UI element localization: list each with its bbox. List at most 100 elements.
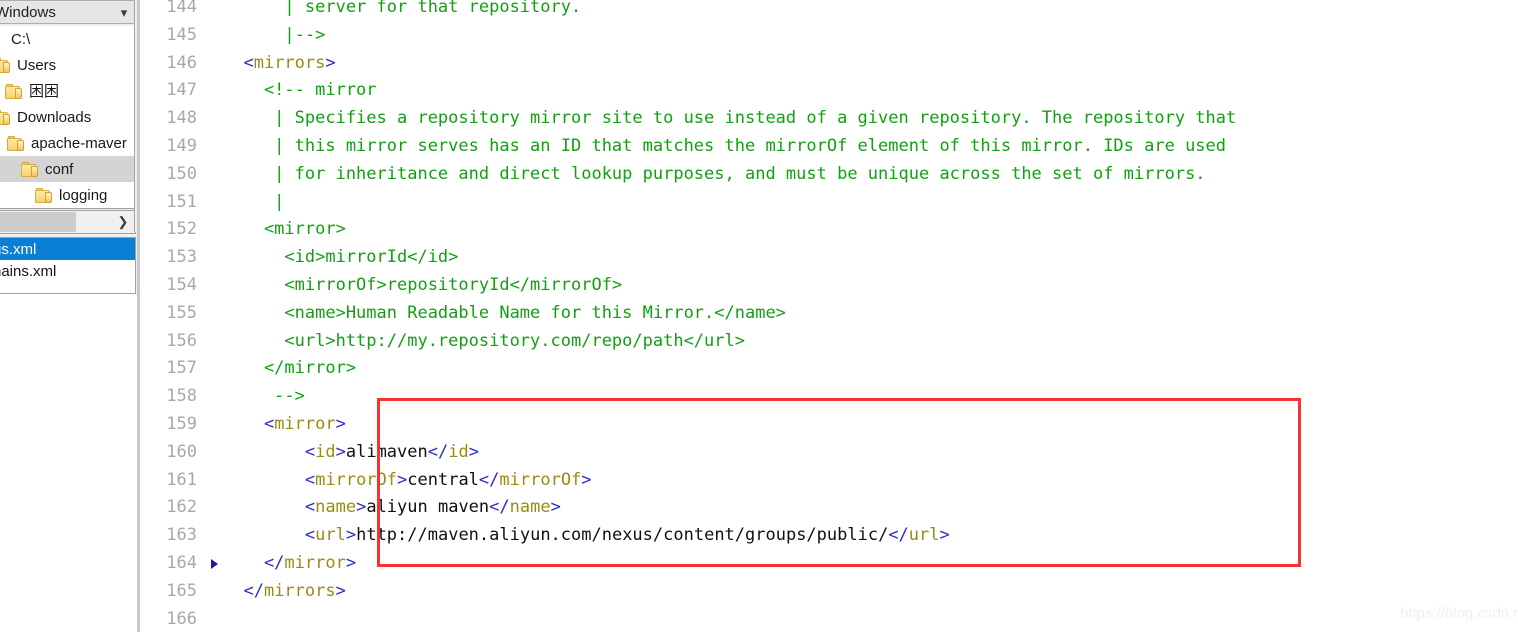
file-list[interactable]: gs.xml hains.xml xyxy=(0,237,136,294)
folder-icon xyxy=(5,83,24,99)
line-number: 162 xyxy=(166,497,197,518)
folder-icon xyxy=(0,109,12,125)
code-line-text: | xyxy=(223,189,1518,217)
token-bracket: > xyxy=(335,413,346,434)
token-bracket: > xyxy=(356,497,367,518)
code-line-text: <id>mirrorId</id> xyxy=(223,244,1518,272)
token-bracket: > xyxy=(325,52,336,73)
line-number: 157 xyxy=(166,358,197,379)
token-bracket: </ xyxy=(489,497,510,518)
code-line[interactable]: 145 |--> xyxy=(137,22,1518,50)
folder-icon xyxy=(35,187,54,203)
code-line[interactable]: 150 | for inheritance and direct lookup … xyxy=(137,161,1518,189)
tree-item-logging[interactable]: logging xyxy=(0,182,135,208)
code-line[interactable]: 151 | xyxy=(137,189,1518,217)
token-comment: <id>mirrorId</id> xyxy=(223,247,459,268)
chevron-right-icon[interactable]: ❯ xyxy=(111,211,135,233)
file-list-item[interactable]: gs.xml xyxy=(0,238,135,260)
code-line-list[interactable]: 144 | server for that repository. 145 |--… xyxy=(137,0,1518,632)
code-line[interactable]: 159 <mirror> xyxy=(137,411,1518,439)
token-comment: | Specifies a repository mirror site to … xyxy=(223,108,1237,129)
tree-item-label: apache-maver xyxy=(31,134,127,152)
tree-item-users[interactable]: Users xyxy=(0,52,135,78)
code-line[interactable]: 152 <mirror> xyxy=(137,216,1518,244)
token-bracket: </ xyxy=(427,441,449,462)
token-tag: url xyxy=(315,525,346,546)
code-line[interactable]: 155 <name>Human Readable Name for this M… xyxy=(137,300,1518,328)
token-bracket: < xyxy=(223,525,316,546)
line-number: 161 xyxy=(166,469,197,490)
code-line[interactable]: 166 xyxy=(137,606,1518,632)
tree-item--[interactable]: 困困 xyxy=(0,78,135,104)
file-list-item[interactable]: hains.xml xyxy=(0,260,135,282)
code-line[interactable]: 157 </mirror> xyxy=(137,355,1518,383)
token-bracket: > xyxy=(335,441,346,462)
tree-item-conf[interactable]: conf xyxy=(0,156,135,182)
scrollbar-track[interactable] xyxy=(76,211,111,233)
line-number: 149 xyxy=(166,135,197,156)
token-bracket: < xyxy=(223,52,254,73)
folder-tree-horizontal-scrollbar[interactable]: ❯ xyxy=(0,210,136,234)
code-line[interactable]: 158 --> xyxy=(137,383,1518,411)
drive-select[interactable]: Windows ▾ xyxy=(0,0,136,24)
tree-item-apache-maver[interactable]: apache-maver xyxy=(0,130,135,156)
line-number: 148 xyxy=(166,108,197,129)
code-line[interactable]: 144 | server for that repository. xyxy=(137,0,1518,22)
code-line[interactable]: 160 <id>alimaven</id> xyxy=(137,439,1518,467)
code-line[interactable]: 162 <name>aliyun maven</name> xyxy=(137,494,1518,522)
token-bracket: > xyxy=(345,525,357,546)
token-tag: id xyxy=(448,441,469,462)
watermark-text: https://blog.csdn.net/qq_43411550 xyxy=(1400,605,1518,622)
tree-item-downloads[interactable]: Downloads xyxy=(0,104,135,130)
code-line-text: | for inheritance and direct lookup purp… xyxy=(223,161,1518,189)
code-line[interactable]: 154 <mirrorOf>repositoryId</mirrorOf> xyxy=(137,272,1518,300)
token-comment: |--> xyxy=(223,24,326,45)
line-number: 156 xyxy=(166,330,197,351)
token-bracket: > xyxy=(345,552,357,573)
code-line-text: <!-- mirror xyxy=(223,77,1518,105)
code-line-text: <mirrorOf>central</mirrorOf> xyxy=(223,467,1518,495)
code-line[interactable]: 156 <url>http://my.repository.com/repo/p… xyxy=(137,328,1518,356)
code-line-text: <mirrorOf>repositoryId</mirrorOf> xyxy=(223,272,1518,300)
line-number: 154 xyxy=(166,274,197,295)
line-number: 150 xyxy=(166,163,197,184)
line-number: 145 xyxy=(166,24,197,45)
code-line-text: | Specifies a repository mirror site to … xyxy=(223,105,1518,133)
line-number: 160 xyxy=(166,441,197,462)
token-comment: --> xyxy=(223,386,305,407)
code-line-text: <name>aliyun maven</name> xyxy=(223,494,1518,522)
token-tag: name xyxy=(509,497,551,518)
code-line[interactable]: 161 <mirrorOf>central</mirrorOf> xyxy=(137,467,1518,495)
code-line-text: <id>alimaven</id> xyxy=(223,439,1518,467)
token-bracket: > xyxy=(581,469,592,490)
code-editor[interactable]: 144 | server for that repository. 145 |--… xyxy=(137,0,1518,632)
code-line[interactable]: 147 <!-- mirror xyxy=(137,77,1518,105)
tree-item-c-[interactable]: C:\ xyxy=(0,26,135,52)
code-line-text: | this mirror serves has an ID that matc… xyxy=(223,133,1518,161)
folder-tree[interactable]: C:\ Users 困困 Downloads apache-maver conf loggi… xyxy=(0,26,136,209)
code-line-text: --> xyxy=(223,383,1518,411)
token-plain: aliyun maven xyxy=(366,497,490,518)
token-comment: <!-- mirror xyxy=(223,80,377,101)
token-tag: url xyxy=(908,525,940,546)
code-line[interactable]: 153 <id>mirrorId</id> xyxy=(137,244,1518,272)
tree-item-label: logging xyxy=(59,186,108,204)
code-line-text: </mirrors> xyxy=(223,578,1518,606)
file-list-item-label: hains.xml xyxy=(0,262,57,280)
tree-item-label: Users xyxy=(17,56,57,74)
line-number: 144 xyxy=(166,0,197,17)
scrollbar-thumb[interactable] xyxy=(0,212,76,232)
code-line[interactable]: 148 | Specifies a repository mirror site… xyxy=(137,105,1518,133)
code-line[interactable]: 149 | this mirror serves has an ID that … xyxy=(137,133,1518,161)
code-line[interactable]: 146 <mirrors> xyxy=(137,50,1518,78)
code-line[interactable]: 163 <url>http://maven.aliyun.com/nexus/c… xyxy=(137,522,1518,550)
token-comment: <mirror> xyxy=(223,219,346,240)
line-number: 147 xyxy=(166,80,197,101)
code-line[interactable]: 165 </mirrors> xyxy=(137,578,1518,606)
code-line-text: <mirror> xyxy=(223,411,1518,439)
chevron-down-icon[interactable]: ▾ xyxy=(113,6,135,19)
tree-item-label: Downloads xyxy=(17,108,92,126)
code-line[interactable]: 164 </mirror> xyxy=(137,550,1518,578)
tree-item-label: C:\ xyxy=(11,30,31,48)
tree-item-label: conf xyxy=(45,160,74,178)
